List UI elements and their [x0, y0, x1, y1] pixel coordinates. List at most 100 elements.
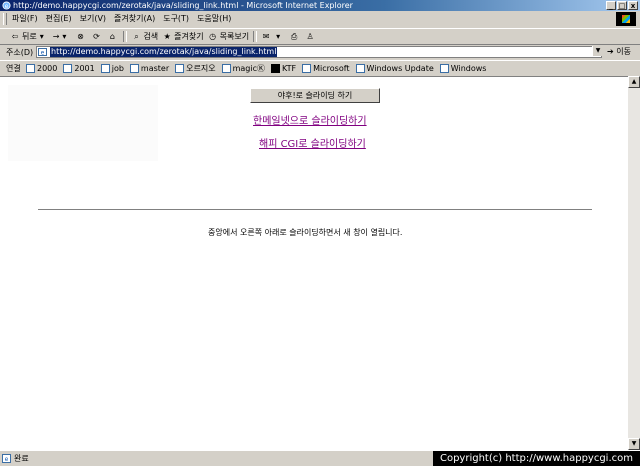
menu-view[interactable]: 보기(V) [76, 11, 110, 27]
scroll-down-button[interactable]: ▼ [628, 438, 640, 450]
vertical-scrollbar[interactable]: ▲ ▼ [628, 76, 640, 450]
go-button[interactable]: ➔ 이동 [607, 46, 631, 57]
home-button[interactable]: ⌂ [105, 29, 121, 44]
link-label: master [140, 64, 170, 73]
slide-yahoo-button[interactable]: 야후!로 슬라이딩 하기 [250, 88, 380, 103]
link-label: Microsoft [313, 64, 350, 73]
refresh-icon: ⟳ [93, 31, 100, 41]
link-2000[interactable]: 2000 [26, 64, 57, 73]
home-icon: ⌂ [109, 31, 115, 41]
page-icon [175, 64, 185, 73]
link-label: 오르지오 [186, 64, 216, 73]
copyright-banner: Copyright(c) http://www.happycgi.com [433, 451, 640, 466]
mail-button[interactable]: ✉ ▾ [259, 29, 287, 44]
go-arrow-icon: ➔ [607, 47, 614, 56]
ie-logo-icon: e [2, 1, 11, 10]
stop-button[interactable]: ⊗ [73, 29, 89, 44]
link-2001[interactable]: 2001 [63, 64, 95, 73]
page-icon: e [38, 48, 47, 56]
search-button[interactable]: ⌕ 검색 [129, 29, 160, 44]
menu-tools[interactable]: 도구(T) [159, 11, 193, 27]
links-bar: 연결 2000 2001 job master 오르지오 magicⓀ KTF … [0, 60, 640, 77]
maximize-button[interactable]: □ [617, 1, 627, 10]
dropdown-arrow-icon: ▾ [276, 31, 281, 41]
link-label: job [111, 64, 124, 73]
messenger-icon: ♙ [306, 31, 314, 41]
favorites-icon: ★ [163, 31, 171, 41]
link-label: Windows Update [366, 64, 434, 73]
menu-favorites[interactable]: 즐겨찾기(A) [110, 11, 159, 27]
link-master[interactable]: master [129, 64, 170, 73]
browser-window: e http://demo.happycgi.com/zerotak/java/… [0, 0, 640, 466]
page-icon [26, 64, 35, 73]
menu-file[interactable]: 파일(F) [8, 11, 42, 27]
link-magic[interactable]: magicⓀ [221, 63, 265, 74]
svg-text:e: e [5, 3, 9, 10]
link-ktf[interactable]: KTF [271, 64, 296, 73]
description-text: 중앙에서 오른쪽 아래로 슬라이딩하면서 새 창이 열립니다. [208, 228, 403, 237]
page-viewport: 야후!로 슬라이딩 하기 한메일넷으로 슬라이딩하기 해피 CGI로 슬라이딩하… [0, 76, 628, 451]
history-label: 목록보기 [219, 32, 250, 41]
link-windows[interactable]: Windows [439, 64, 487, 73]
windows-logo-throbber [616, 12, 636, 26]
search-icon: ⌕ [134, 31, 139, 41]
address-input[interactable]: e http://demo.happycgi.com/zerotak/java/… [36, 46, 602, 58]
link-orgio[interactable]: 오르지오 [175, 63, 216, 74]
toolbar-separator [123, 31, 128, 42]
scroll-up-button[interactable]: ▲ [628, 76, 640, 88]
mail-icon: ✉ [262, 31, 270, 41]
status-text: 완료 [14, 454, 29, 463]
page-done-icon: e [2, 454, 11, 463]
history-icon: ◷ [209, 31, 217, 41]
address-url: http://demo.happycgi.com/zerotak/java/sl… [50, 47, 278, 57]
link-label: Windows [450, 64, 487, 73]
close-button[interactable]: x [628, 1, 638, 10]
windows-flag-icon [622, 15, 630, 23]
page-icon [221, 64, 231, 73]
refresh-button[interactable]: ⟳ [89, 29, 105, 44]
address-bar: 주소(D) e http://demo.happycgi.com/zerotak… [0, 44, 640, 60]
page-icon [302, 64, 312, 73]
page-icon [355, 64, 365, 73]
link-label: KTF [282, 64, 297, 73]
faded-panel [8, 85, 158, 161]
forward-arrow-icon: → [52, 32, 60, 41]
menu-bar: 파일(F) 편집(E) 보기(V) 즐겨찾기(A) 도구(T) 도움말(H) [0, 11, 640, 27]
menu-edit[interactable]: 편집(E) [42, 11, 76, 27]
link-label: 2001 [74, 64, 95, 73]
address-label: 주소(D) [6, 48, 34, 57]
dropdown-arrow-icon: ▾ [62, 31, 67, 41]
back-button[interactable]: ⇦ 뒤로 ▾ [8, 29, 51, 44]
back-arrow-icon: ⇦ [11, 31, 19, 41]
search-label: 검색 [143, 32, 159, 41]
favorites-label: 즐겨찾기 [174, 32, 204, 41]
favorites-button[interactable]: ★ 즐겨찾기 [160, 29, 205, 44]
link-job[interactable]: job [100, 64, 124, 73]
stop-icon: ⊗ [77, 31, 84, 41]
standard-toolbar: ⇦ 뒤로 ▾ → ▾ ⊗ ⟳ ⌂ ⌕ 검색 ★ 즐겨찾기 ◷ 목록보기 ✉ ▾ … [0, 28, 640, 44]
forward-button[interactable]: → ▾ [51, 29, 74, 44]
page-icon [439, 64, 449, 73]
menu-help[interactable]: 도움말(H) [193, 11, 235, 27]
minimize-button[interactable]: _ [606, 1, 616, 10]
links-label: 연결 [6, 64, 21, 73]
link-microsoft[interactable]: Microsoft [302, 64, 350, 73]
print-button[interactable]: ⎙ [287, 29, 303, 44]
history-button[interactable]: ◷ 목록보기 [206, 29, 251, 44]
page-icon [63, 64, 73, 73]
slide-hanmail-link[interactable]: 한메일넷으로 슬라이딩하기 [253, 112, 367, 127]
slide-happycgi-link[interactable]: 해피 CGI로 슬라이딩하기 [259, 135, 366, 150]
svg-text:e: e [5, 456, 9, 463]
window-title: http://demo.happycgi.com/zerotak/java/sl… [13, 1, 353, 10]
svg-text:e: e [41, 50, 45, 57]
go-label: 이동 [616, 47, 631, 56]
page-icon [129, 64, 139, 73]
dropdown-arrow-icon: ▾ [39, 31, 44, 41]
address-dropdown-button[interactable]: ▼ [592, 46, 603, 56]
ktf-logo-icon [271, 64, 280, 73]
link-label: magicⓀ [232, 64, 265, 73]
link-label: 2000 [37, 64, 58, 73]
messenger-button[interactable]: ♙ [303, 29, 319, 44]
link-windows-update[interactable]: Windows Update [355, 64, 434, 73]
page-icon [100, 64, 110, 73]
